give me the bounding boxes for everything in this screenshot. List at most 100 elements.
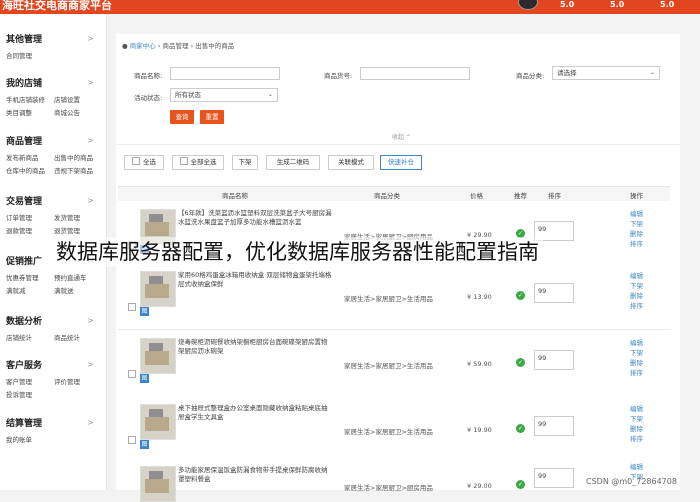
- sidebar-item[interactable]: 订单管理: [6, 212, 54, 222]
- product-thumbnail[interactable]: [140, 338, 176, 374]
- edit-link[interactable]: 编辑: [630, 209, 643, 219]
- product-name[interactable]: 【6年款】洗菜篮沥水篮塑料双层洗菜盆子大号厨房漏水篮洗水果盘篮子加厚多功能水槽篮…: [178, 209, 332, 227]
- sidebar-item[interactable]: 商城公告: [54, 107, 102, 117]
- product-name-input[interactable]: [170, 67, 280, 80]
- category-label: 商品分类:: [516, 72, 545, 80]
- status-select[interactable]: 所有状态 ⌄: [170, 88, 278, 102]
- check-icon[interactable]: ✓: [516, 424, 525, 433]
- unlist-link[interactable]: 下架: [630, 414, 643, 424]
- product-name[interactable]: 桌下抽屉式整理盒办公室桌面隐藏收纳盒粘贴桌底抽屉盒学生文具盒: [178, 404, 332, 422]
- edit-link[interactable]: 编辑: [630, 271, 643, 281]
- sort-link[interactable]: 排序: [630, 239, 643, 249]
- product-code-label: 商品货号:: [324, 72, 353, 80]
- row-operations: 编辑 下架 删除 排序: [630, 271, 643, 311]
- unlist-link[interactable]: 下架: [630, 348, 643, 358]
- sidebar-item[interactable]: 满就送: [54, 285, 102, 295]
- row-checkbox[interactable]: [128, 303, 136, 311]
- unlist-button[interactable]: 下架: [232, 155, 258, 170]
- product-name[interactable]: 烧毒碗柜沥碗餐收纳架橱柜厨房台面碗碟架厨房置物架厨房沥水碗架: [178, 338, 332, 356]
- quick-restock-button[interactable]: 快速补仓: [380, 155, 422, 170]
- select-all-label: 全选: [143, 158, 156, 166]
- check-icon[interactable]: ✓: [516, 358, 525, 367]
- sidebar-item[interactable]: 满就减: [6, 285, 54, 295]
- sidebar-section-settlement: 结算管理 > 我的账单: [6, 418, 102, 444]
- product-price: ¥ 29.00: [467, 482, 492, 490]
- product-name[interactable]: 家用60格鸡蛋盒冰箱用收纳盒 双层储物盒蛋架托端格层式收纳盒保鲜: [178, 271, 332, 289]
- sidebar-item[interactable]: 评价管理: [54, 376, 102, 386]
- product-code-input[interactable]: [360, 67, 470, 80]
- status-label: 活动状态:: [134, 94, 163, 102]
- sidebar-item[interactable]: 仓库中的商品: [6, 165, 54, 175]
- sidebar-item[interactable]: 违规下架商品: [54, 165, 102, 175]
- sidebar-item[interactable]: 预约直通车: [54, 272, 102, 282]
- category-select-value: 请选择: [557, 69, 577, 77]
- checkbox[interactable]: [132, 157, 140, 165]
- sidebar-item[interactable]: 类目调整: [6, 107, 54, 117]
- unlist-link[interactable]: 下架: [630, 219, 643, 229]
- breadcrumb-home[interactable]: 商家中心: [130, 42, 156, 50]
- sort-input[interactable]: 99: [534, 283, 574, 303]
- sidebar-item[interactable]: 发布新商品: [6, 152, 54, 162]
- select-all-pages-button[interactable]: 全部全选: [172, 155, 224, 170]
- row-checkbox[interactable]: [128, 436, 136, 444]
- sort-link[interactable]: 排序: [630, 368, 643, 378]
- row-checkbox[interactable]: [128, 370, 136, 378]
- sort-input[interactable]: 99: [534, 416, 574, 436]
- check-icon[interactable]: ✓: [516, 480, 525, 489]
- edit-link[interactable]: 编辑: [630, 462, 643, 472]
- breadcrumb-separator: ›: [190, 42, 194, 50]
- sidebar-item[interactable]: 商品统计: [54, 332, 102, 342]
- sidebar-item[interactable]: 店铺设置: [54, 94, 102, 104]
- link-mode-button[interactable]: 关联模式: [328, 155, 374, 170]
- checkbox[interactable]: [179, 157, 188, 165]
- sidebar-section-service: 客户服务 > 客户管理 评价管理 投诉管理: [6, 360, 102, 399]
- sidebar-item[interactable]: 客户管理: [6, 376, 54, 386]
- product-name[interactable]: 多功能家居保温饭盒防漏食物带手提桌保鲜防腐收纳罩塑料餐盒: [178, 466, 332, 484]
- delete-link[interactable]: 删除: [630, 424, 643, 434]
- sort-input[interactable]: 99: [534, 350, 574, 370]
- reset-button[interactable]: 重置: [200, 110, 224, 124]
- sidebar-item[interactable]: 退款管理: [6, 225, 54, 235]
- column-header: 排序: [548, 192, 561, 200]
- sidebar-item[interactable]: 投诉管理: [6, 389, 54, 399]
- delete-link[interactable]: 删除: [630, 291, 643, 301]
- column-header: 商品分类: [374, 192, 400, 200]
- check-icon[interactable]: ✓: [516, 291, 525, 300]
- sort-input[interactable]: 99: [534, 468, 574, 488]
- product-thumbnail[interactable]: [140, 466, 176, 502]
- sidebar-item[interactable]: 出售中的商品: [54, 152, 102, 162]
- delete-link[interactable]: 删除: [630, 229, 643, 239]
- product-thumbnail[interactable]: [140, 404, 176, 440]
- breadcrumb-level2: 出售中的商品: [195, 42, 235, 50]
- product-thumbnail[interactable]: [140, 271, 176, 307]
- sidebar-item[interactable]: 退货管理: [54, 225, 102, 235]
- image-tag: 图: [140, 440, 149, 449]
- breadcrumb-level1[interactable]: 商品管理: [163, 42, 189, 50]
- edit-link[interactable]: 编辑: [630, 338, 643, 348]
- qrcode-button[interactable]: 生成二维码: [266, 155, 320, 170]
- sort-link[interactable]: 排序: [630, 301, 643, 311]
- sidebar-item[interactable]: 店铺统计: [6, 332, 54, 342]
- sidebar-item[interactable]: 手机店铺装修: [6, 94, 54, 104]
- sidebar-item[interactable]: 优惠券管理: [6, 272, 54, 282]
- product-name-label: 商品名称:: [134, 72, 163, 80]
- divider: [116, 144, 680, 145]
- sidebar-item[interactable]: 我的账单: [6, 434, 54, 444]
- product-category: 家居生活>家居厨卫>生活用品: [344, 295, 433, 303]
- avatar[interactable]: [518, 0, 538, 10]
- sidebar-item[interactable]: 发货管理: [54, 212, 102, 222]
- watermark: CSDN @m0_72864708: [586, 477, 677, 486]
- status-select-value: 所有状态: [175, 91, 201, 99]
- sort-link[interactable]: 排序: [630, 434, 643, 444]
- collapse-toggle[interactable]: 收起 ⌃: [392, 132, 411, 141]
- category-select[interactable]: 请选择 ⌄: [552, 66, 660, 80]
- select-all-button[interactable]: 全选: [124, 155, 164, 170]
- unlist-link[interactable]: 下架: [630, 281, 643, 291]
- row-operations: 编辑 下架 删除 排序: [630, 404, 643, 444]
- delete-link[interactable]: 删除: [630, 358, 643, 368]
- search-button[interactable]: 查询: [170, 110, 194, 124]
- edit-link[interactable]: 编辑: [630, 404, 643, 414]
- sidebar-item[interactable]: 合同管理: [6, 50, 54, 60]
- brand-title: 海旺社交电商商家平台: [2, 0, 112, 12]
- chevron-down-icon: ⌄: [649, 69, 655, 76]
